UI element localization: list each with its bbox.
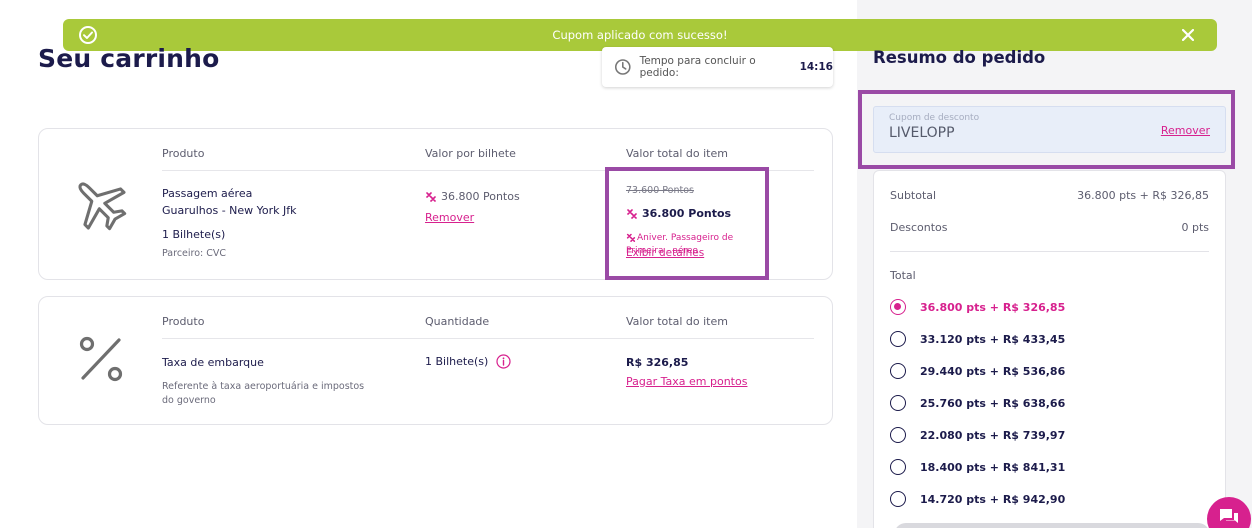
tax-total: R$ 326,85 bbox=[626, 356, 689, 369]
divider bbox=[890, 251, 1209, 252]
payment-option[interactable]: 33.120 pts + R$ 433,45 bbox=[890, 331, 1065, 347]
divider bbox=[162, 338, 814, 339]
subtotal-label: Subtotal bbox=[890, 189, 937, 202]
order-timer: Tempo para concluir o pedido: 14:16 bbox=[602, 47, 833, 87]
unit-value-text: 36.800 Pontos bbox=[441, 190, 520, 203]
payment-option-label: 29.440 pts + R$ 536,86 bbox=[920, 364, 1066, 378]
remove-flight-link[interactable]: Remover bbox=[425, 211, 474, 224]
clock-icon bbox=[614, 59, 631, 75]
chat-icon bbox=[1220, 509, 1238, 523]
close-icon[interactable] bbox=[1179, 25, 1197, 45]
payment-option[interactable]: 14.720 pts + R$ 942,90 bbox=[890, 491, 1065, 507]
radio[interactable] bbox=[890, 331, 906, 347]
radio-selected[interactable] bbox=[890, 299, 906, 315]
total-label: Total bbox=[890, 269, 916, 282]
radio[interactable] bbox=[890, 427, 906, 443]
percent-icon bbox=[79, 336, 123, 382]
radio[interactable] bbox=[890, 363, 906, 379]
col-quantity: Quantidade bbox=[425, 315, 490, 328]
airplane-icon bbox=[78, 182, 127, 231]
subtotal-row: Subtotal 36.800 pts + R$ 326,85 bbox=[890, 189, 1209, 202]
payment-option[interactable]: 18.400 pts + R$ 841,31 bbox=[890, 459, 1065, 475]
tax-name: Taxa de embarque bbox=[162, 356, 264, 369]
page-title: Seu carrinho bbox=[38, 44, 220, 73]
discount-row: Descontos 0 pts bbox=[890, 221, 1209, 234]
col-item-total: Valor total do item bbox=[626, 147, 728, 160]
payment-option-label: 25.760 pts + R$ 638,66 bbox=[920, 396, 1066, 410]
col-item-total: Valor total do item bbox=[626, 315, 728, 328]
payment-option[interactable]: 36.800 pts + R$ 326,85 bbox=[890, 299, 1065, 315]
highlight-box bbox=[605, 167, 769, 280]
timer-label: Tempo para concluir o pedido: bbox=[639, 55, 756, 79]
col-product: Produto bbox=[162, 315, 205, 328]
pay-tax-points-link[interactable]: Pagar Taxa em pontos bbox=[626, 375, 747, 388]
unit-value: 36.800 Pontos bbox=[425, 190, 520, 203]
col-product: Produto bbox=[162, 147, 205, 160]
highlight-box bbox=[858, 90, 1235, 169]
radio[interactable] bbox=[890, 459, 906, 475]
info-icon[interactable] bbox=[496, 354, 511, 369]
partner: Parceiro: CVC bbox=[162, 248, 227, 259]
discount-label: Descontos bbox=[890, 221, 948, 234]
points-icon bbox=[426, 192, 436, 202]
tax-quantity: 1 Bilhete(s) bbox=[425, 354, 511, 369]
payment-option[interactable]: 22.080 pts + R$ 739,97 bbox=[890, 427, 1065, 443]
summary-title: Resumo do pedido bbox=[873, 48, 1046, 67]
tax-quantity-text: 1 Bilhete(s) bbox=[425, 355, 489, 368]
payment-option[interactable]: 29.440 pts + R$ 536,86 bbox=[890, 363, 1065, 379]
payment-option-label: 18.400 pts + R$ 841,31 bbox=[920, 460, 1066, 474]
radio[interactable] bbox=[890, 491, 906, 507]
payment-option-label: 14.720 pts + R$ 942,90 bbox=[920, 492, 1066, 506]
tax-description: Referente à taxa aeroportuária e imposto… bbox=[162, 381, 365, 406]
payment-option-label: 36.800 pts + R$ 326,85 bbox=[920, 300, 1066, 314]
product-route: Guarulhos - New York Jfk bbox=[162, 204, 297, 217]
summary-box: Subtotal 36.800 pts + R$ 326,85 Desconto… bbox=[873, 170, 1226, 528]
radio[interactable] bbox=[890, 395, 906, 411]
product-name: Passagem aérea bbox=[162, 187, 253, 200]
payment-option-label: 33.120 pts + R$ 433,45 bbox=[920, 332, 1066, 346]
check-circle-icon bbox=[79, 26, 97, 44]
tax-item-card: Produto Quantidade Valor total do item T… bbox=[38, 296, 833, 425]
continue-button[interactable] bbox=[894, 523, 1210, 528]
timer-value: 14:16 bbox=[799, 61, 833, 73]
subtotal-value: 36.800 pts + R$ 326,85 bbox=[1077, 189, 1209, 202]
ticket-count: 1 Bilhete(s) bbox=[162, 228, 226, 241]
payment-option-label: 22.080 pts + R$ 739,97 bbox=[920, 428, 1066, 442]
discount-value: 0 pts bbox=[1181, 221, 1209, 234]
toast-message: Cupom aplicado com sucesso! bbox=[552, 28, 728, 42]
total-row: Total bbox=[890, 269, 1209, 282]
payment-option[interactable]: 25.760 pts + R$ 638,66 bbox=[890, 395, 1065, 411]
col-unit-value: Valor por bilhete bbox=[425, 147, 516, 160]
